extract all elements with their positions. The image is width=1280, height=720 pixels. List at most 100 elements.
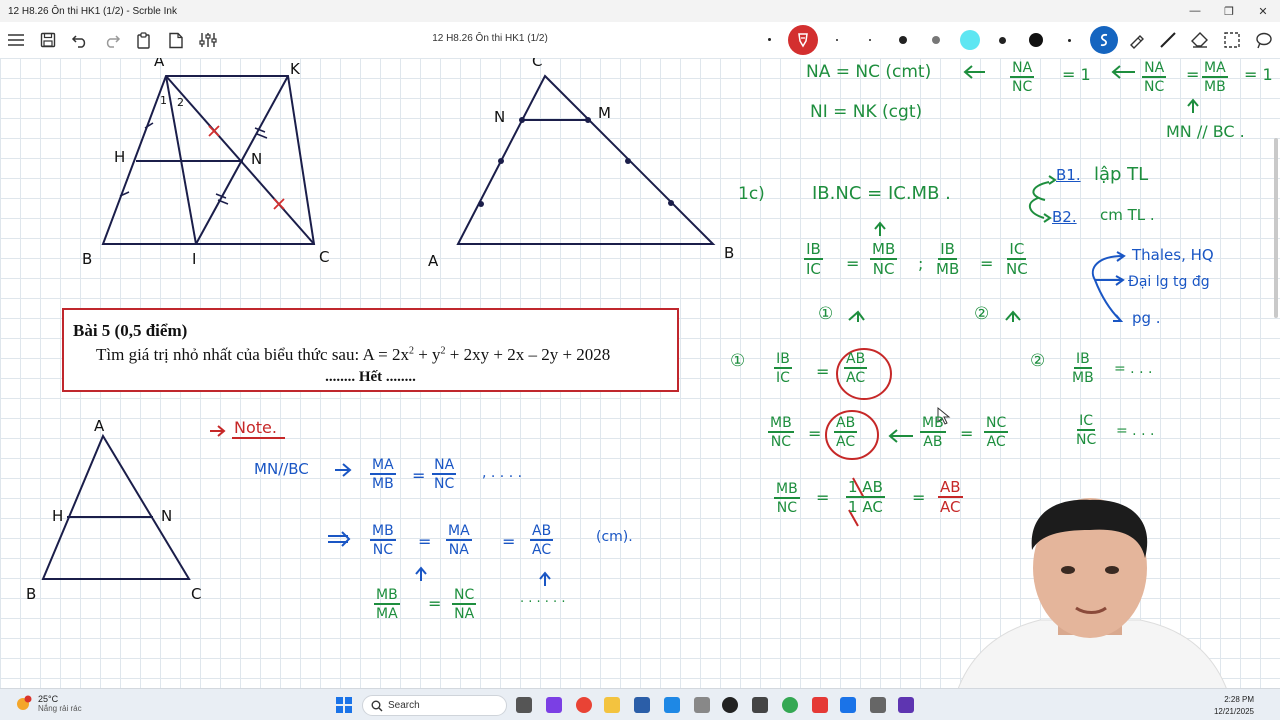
app-clock-icon[interactable]	[870, 697, 886, 713]
vertical-scrollbar[interactable]	[1274, 138, 1278, 318]
label-1c: 1c)	[738, 184, 765, 204]
weather-desc: Nắng rải rác	[38, 704, 82, 713]
note-b2: B2.	[1052, 208, 1077, 226]
scribble-tool-button[interactable]	[1090, 26, 1118, 54]
note-frac-ib-mb: IB MB	[936, 240, 960, 278]
color-black-medium[interactable]	[999, 37, 1006, 44]
window-title: 12 H8.26 Ôn thi HK1 (1/2) - Scrble Ink	[8, 5, 177, 17]
color-black-large[interactable]	[1029, 33, 1043, 47]
task-view-icon[interactable]	[516, 697, 532, 713]
search-icon	[371, 700, 383, 711]
note-eq-h: =	[412, 466, 426, 485]
chrome-icon[interactable]	[576, 697, 592, 713]
note-frac-ib-ic-2: IB IC	[774, 351, 792, 386]
note-frac-ic-nc-2: IC NC	[1076, 413, 1097, 448]
note-circle-2: ②	[974, 304, 990, 324]
note-eq-sign: =	[1186, 65, 1200, 84]
note-frac-ab-ac-2: AB AC	[834, 415, 858, 450]
fig3-label-n: N	[161, 507, 173, 525]
fig2-label-a: A	[428, 252, 439, 270]
app-snowflake-icon[interactable]	[664, 697, 680, 713]
pen-size-3[interactable]	[1068, 39, 1071, 42]
system-clock[interactable]: 2:28 PM 12/21/2025	[1214, 694, 1254, 718]
file-explorer-icon[interactable]	[604, 697, 620, 713]
pen-tool-button[interactable]	[788, 25, 818, 55]
close-button[interactable]: ✕	[1246, 0, 1280, 22]
note-eq-b: =	[980, 254, 994, 273]
note-frac-ab-ac-blue: AB AC	[530, 523, 554, 558]
fig1-label-h: H	[114, 148, 126, 166]
problem-box: Bài 5 (0,5 điểm) Tìm giá trị nhỏ nhất củ…	[62, 308, 679, 392]
pen-size-2[interactable]	[869, 39, 871, 41]
scribble-icon	[1100, 33, 1108, 47]
fig3-label-a: A	[94, 417, 105, 435]
note-b1-text: lập TL	[1094, 164, 1149, 185]
note-eq-k: =	[428, 594, 442, 613]
color-cyan[interactable]	[960, 30, 980, 50]
highlighter-icon[interactable]	[1124, 28, 1148, 52]
fig1-label-n: N	[251, 150, 263, 168]
app-circle-icon[interactable]	[722, 697, 738, 713]
app-device-icon[interactable]	[694, 697, 710, 713]
note-circle-1: ①	[818, 304, 834, 324]
toolbar: 12 H8.26 Ôn thi HK1 (1/2)	[0, 22, 1280, 58]
pen-icon	[798, 33, 808, 48]
sun-icon	[17, 695, 32, 710]
note-frac-na-nc-blue: NA NC	[432, 457, 457, 492]
app-red-icon[interactable]	[812, 697, 828, 713]
maximize-button[interactable]: ❐	[1212, 0, 1246, 22]
fig3-label-b: B	[26, 585, 37, 603]
fig1-label-i: I	[192, 250, 197, 268]
select-icon[interactable]	[1220, 28, 1244, 52]
note-semicolon: ;	[918, 254, 924, 273]
figure-2-points	[478, 117, 674, 207]
note-cm: (cm).	[596, 529, 633, 545]
weather-widget[interactable]: 25°C Nắng rải rác	[14, 694, 82, 713]
note-frac-ma-mb: MA MB	[1202, 60, 1228, 95]
app-terminal-icon[interactable]	[752, 697, 768, 713]
windows-start-icon[interactable]	[336, 697, 352, 718]
note-mn-bc: MN//BC	[254, 460, 309, 478]
title-bar: 12 H8.26 Ôn thi HK1 (1/2) - Scrble Ink —…	[0, 0, 1280, 22]
pen-size-tiny[interactable]	[768, 38, 771, 41]
color-gray[interactable]	[932, 36, 940, 44]
note-mn-bc-top: MN // BC .	[1166, 122, 1245, 141]
note-circle-1b: ①	[730, 351, 746, 371]
search-placeholder: Search	[388, 700, 420, 711]
pen-size-1[interactable]	[836, 39, 838, 41]
lasso-icon[interactable]	[1252, 28, 1276, 52]
zalo-app-icon[interactable]	[546, 697, 562, 713]
note-circle-2b: ②	[1030, 351, 1046, 371]
store-icon[interactable]	[634, 697, 650, 713]
note-ni-nk: NI = NK (cgt)	[810, 102, 923, 122]
figure-2-strokes	[456, 74, 716, 245]
webcam-overlay	[949, 498, 1236, 720]
note-frac-mb-nc: MB NC	[870, 240, 898, 278]
color-black-small[interactable]	[899, 36, 907, 44]
note-frac-mb-nc-2: MB NC	[768, 415, 794, 450]
note-frac-ib-mb-2: IB MB	[1072, 351, 1094, 386]
edge-icon[interactable]	[782, 697, 798, 713]
problem-title: Bài 5 (0,5 điểm)	[73, 321, 188, 340]
figure-1-strokes	[101, 75, 316, 245]
note-frac-ma-na-blue: MA NA	[446, 523, 472, 558]
taskbar-search[interactable]: Search	[362, 695, 507, 716]
note-frac-ma-mb-blue: MA MB	[370, 457, 396, 492]
note-frac-1ab-1ac: 1 AB 1 AC	[846, 478, 885, 516]
fig2-label-n: N	[494, 108, 506, 126]
weather-temp: 25°C	[38, 694, 59, 704]
note-frac-na-nc-2: NA NC	[1142, 60, 1167, 95]
scrble-ink-window: 12 H8.26 Ôn thi HK1 (1/2) - Scrble Ink —…	[0, 0, 1280, 720]
fig1-label-k: K	[290, 60, 300, 78]
note-b1: B1.	[1056, 166, 1081, 184]
clock-date: 12/21/2025	[1213, 707, 1254, 716]
document-title: 12 H8.26 Ôn thi HK1 (1/2)	[432, 33, 548, 44]
minimize-button[interactable]: —	[1178, 0, 1212, 22]
photos-icon[interactable]	[840, 697, 856, 713]
fig1-label-c: C	[319, 248, 330, 266]
line-icon[interactable]	[1156, 28, 1180, 52]
fig1-label-a: A	[154, 58, 165, 70]
eraser-icon[interactable]	[1188, 28, 1212, 52]
app-purple-icon[interactable]	[898, 697, 914, 713]
note-frac-mb-nc-blue: MB NC	[370, 523, 396, 558]
